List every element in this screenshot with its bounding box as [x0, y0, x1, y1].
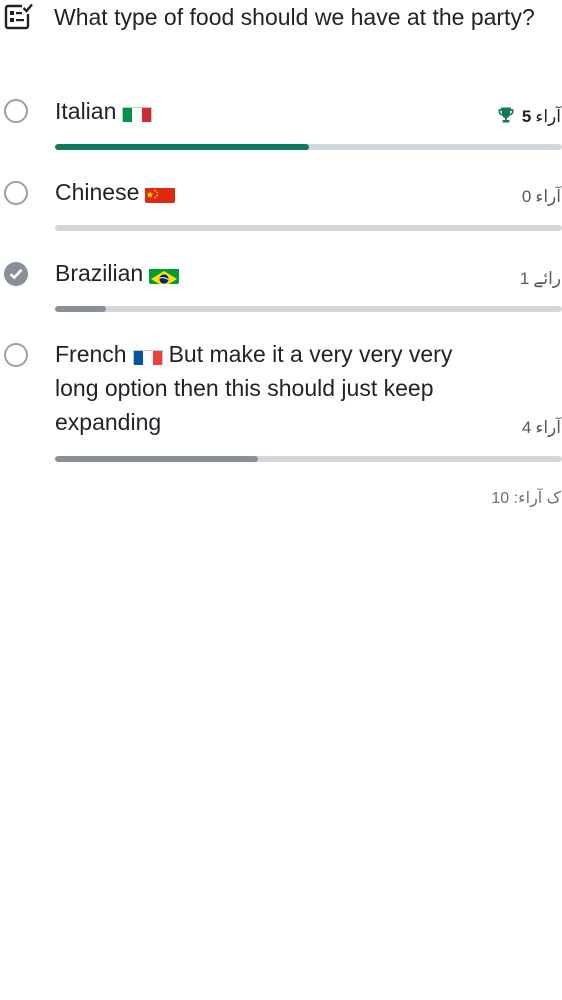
option-radio[interactable] — [4, 181, 28, 205]
poll-icon — [4, 3, 33, 30]
option-radio-selected[interactable] — [4, 262, 28, 286]
option-vote-count[interactable]: 1 رائے — [520, 268, 561, 289]
vote-bar — [55, 306, 562, 312]
option-text: Chinese — [55, 179, 140, 205]
option-text: French — [55, 341, 127, 367]
vote-suffix: آراء — [535, 107, 561, 126]
china-flag-icon — [145, 183, 176, 203]
vote-bar-fill — [55, 144, 309, 150]
total-votes: ک آراء: 10 — [491, 490, 561, 507]
vote-suffix: آراء — [535, 418, 561, 437]
vote-suffix: رائے — [533, 269, 561, 288]
italy-flag-icon — [122, 102, 153, 122]
option-vote-count[interactable]: 5 آراء — [496, 105, 561, 127]
vote-bar-fill — [55, 456, 258, 462]
option-label: Brazilian — [55, 256, 500, 290]
poll-question: What type of food should we have at the … — [54, 4, 535, 30]
vote-number: 0 — [521, 187, 532, 206]
vote-bar-fill — [55, 306, 106, 312]
option-label: Italian — [55, 94, 500, 128]
option-text: Italian — [55, 98, 117, 124]
vote-number: 1 — [519, 269, 530, 288]
vote-number: 4 — [521, 418, 532, 437]
vote-bar — [55, 144, 562, 150]
option-text: Brazilian — [55, 260, 144, 286]
option-label: Chinese — [55, 175, 500, 209]
vote-suffix: آراء — [535, 187, 561, 206]
option-label: French But make it a very very very long … — [55, 337, 500, 439]
vote-bar — [55, 456, 562, 462]
vote-number: 5 — [521, 107, 532, 126]
brazil-flag-icon — [149, 264, 180, 284]
option-vote-count[interactable]: 0 آراء — [522, 187, 561, 207]
option-vote-count[interactable]: 4 آراء — [522, 418, 561, 438]
option-radio[interactable] — [4, 99, 28, 123]
check-icon — [9, 268, 23, 280]
trophy-icon — [498, 107, 514, 123]
france-flag-icon — [132, 345, 163, 365]
option-radio[interactable] — [4, 343, 28, 367]
vote-bar — [55, 225, 562, 231]
